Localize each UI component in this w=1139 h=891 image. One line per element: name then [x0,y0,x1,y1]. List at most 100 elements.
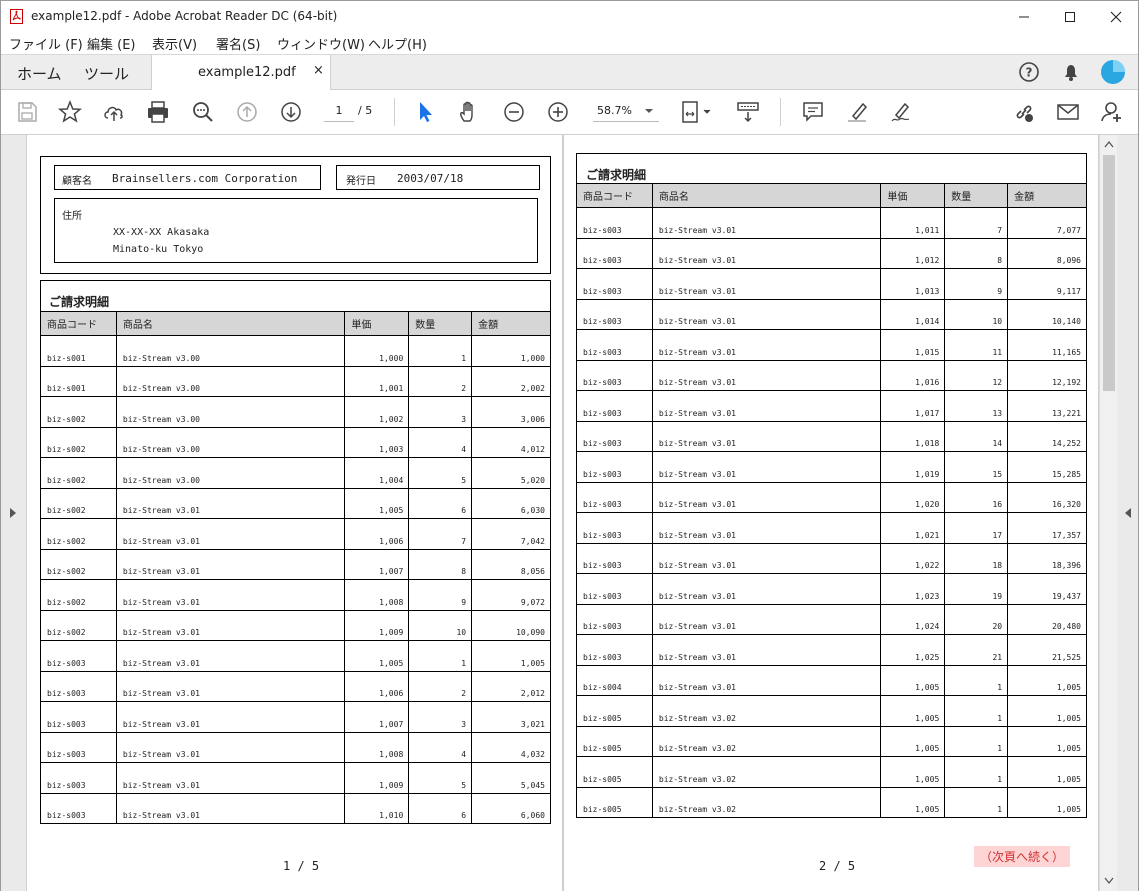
table-row: biz-s003 biz-Stream v3.01 1,011 7 7,077 [576,207,1087,239]
toolbar: 1 / 5 58.7% [1,90,1138,135]
table-row: biz-s002 biz-Stream v3.01 1,005 6 6,030 [40,487,551,519]
document-viewer[interactable]: 顧客名 Brainsellers.com Corporation 発行日 200… [1,135,1138,891]
cell-name: biz-Stream v3.01 [651,542,882,574]
cell-code: biz-s003 [576,420,653,452]
menu-sign[interactable]: 署名(S) [216,34,260,53]
cell-amount: 16,320 [1007,481,1087,513]
cell-name: biz-Stream v3.01 [651,573,882,605]
next-page-icon[interactable] [279,100,303,124]
column-header-amount: 金額 [1007,183,1087,208]
cell-quantity: 2 [408,365,473,397]
email-icon[interactable] [1056,100,1080,124]
cell-unit-price: 1,006 [344,670,410,702]
cell-name: biz-Stream v3.01 [115,731,346,763]
cell-quantity: 14 [944,420,1009,452]
close-window-button[interactable] [1093,1,1139,32]
table-row: biz-s001 biz-Stream v3.00 1,000 1 1,000 [40,335,551,367]
tab-bar: ホーム ツール example12.pdf × ? [1,54,1138,91]
table-row: biz-s003 biz-Stream v3.01 1,019 15 15,285 [576,451,1087,483]
table-row: biz-s002 biz-Stream v3.00 1,004 5 5,020 [40,457,551,489]
cell-quantity: 1 [944,756,1009,788]
cell-unit-price: 1,017 [880,390,946,422]
fit-page-icon[interactable] [680,100,714,124]
menu-edit[interactable]: 編集 (E) [87,34,136,53]
user-avatar-icon[interactable] [1100,59,1126,85]
window-title: example12.pdf - Adobe Acrobat Reader DC … [31,9,338,23]
cell-name: biz-Stream v3.02 [651,695,882,727]
cell-amount: 4,032 [471,731,551,763]
cell-unit-price: 1,013 [880,268,946,300]
select-cursor-icon[interactable] [414,100,438,124]
cell-amount: 2,012 [471,670,551,702]
cell-quantity: 2 [408,670,473,702]
cell-amount: 5,020 [471,457,551,489]
hand-tool-icon[interactable] [457,100,481,124]
cell-amount: 8,056 [471,548,551,580]
cell-code: biz-s003 [576,207,653,239]
vertical-scrollbar[interactable] [1099,135,1117,891]
cell-quantity: 1 [408,640,473,672]
cell-name: biz-Stream v3.01 [651,634,882,666]
scroll-down-icon[interactable] [1104,877,1114,885]
scroll-up-icon[interactable] [1104,140,1114,148]
scroll-mode-icon[interactable] [736,100,760,124]
draw-sign-icon[interactable] [889,100,913,124]
table-row: biz-s002 biz-Stream v3.00 1,003 4 4,012 [40,426,551,458]
tab-home[interactable]: ホーム [17,63,62,84]
page-total: / 5 [358,104,373,117]
table-row: biz-s003 biz-Stream v3.01 1,016 12 12,192 [576,359,1087,391]
help-icon[interactable]: ? [1018,61,1040,83]
previous-page-icon[interactable] [235,100,259,124]
section-title: ご請求明細 [49,295,110,309]
minimize-button[interactable] [1001,1,1047,32]
cell-code: biz-s001 [40,365,117,397]
zoom-level-select[interactable]: 58.7% [593,102,659,122]
print-icon[interactable] [146,100,170,124]
cell-code: biz-s002 [40,457,117,489]
menu-view[interactable]: 表示(V) [152,34,197,53]
save-icon[interactable] [15,100,39,124]
cell-name: biz-Stream v3.01 [115,548,346,580]
search-zoom-icon[interactable] [191,100,215,124]
bookmark-star-icon[interactable] [58,100,82,124]
zoom-in-icon[interactable] [546,100,570,124]
highlighter-icon[interactable] [845,100,869,124]
upload-cloud-icon[interactable] [102,100,126,124]
left-panel-handle[interactable] [1,135,26,891]
cell-name: biz-Stream v3.01 [651,420,882,452]
tab-tools[interactable]: ツール [84,63,129,84]
cell-unit-price: 1,025 [880,634,946,666]
page-number-2: 2 / 5 [819,859,856,873]
right-panel-handle[interactable] [1117,135,1138,891]
cell-code: biz-s003 [576,298,653,330]
close-tab-button[interactable]: × [313,63,324,78]
maximize-button[interactable] [1047,1,1093,32]
chevron-right-icon [10,508,16,518]
acrobat-pdf-icon [10,9,23,24]
tab-document[interactable]: example12.pdf × [151,55,331,91]
cell-name: biz-Stream v3.01 [115,518,346,550]
page-number-input[interactable]: 1 [324,102,354,122]
menu-window[interactable]: ウィンドウ(W) [277,34,365,53]
table-row: biz-s002 biz-Stream v3.00 1,002 3 3,006 [40,396,551,428]
menu-file[interactable]: ファイル (F) [9,34,83,53]
cell-quantity: 3 [408,396,473,428]
cell-unit-price: 1,009 [344,609,410,641]
share-link-icon[interactable] [1012,100,1036,124]
notification-bell-icon[interactable] [1060,61,1082,83]
menu-help[interactable]: ヘルプ(H) [368,34,427,53]
scrollbar-thumb[interactable] [1103,155,1115,391]
cell-amount: 18,396 [1007,542,1087,574]
zoom-out-icon[interactable] [502,100,526,124]
cell-amount: 5,045 [471,762,551,794]
cell-name: biz-Stream v3.02 [651,756,882,788]
cell-name: biz-Stream v3.01 [651,390,882,422]
cell-quantity: 19 [944,573,1009,605]
cell-name: biz-Stream v3.01 [651,207,882,239]
cell-name: biz-Stream v3.01 [115,579,346,611]
customer-value: Brainsellers.com Corporation [112,172,298,185]
comment-icon[interactable] [801,100,825,124]
add-user-icon[interactable] [1100,100,1124,124]
table-row: biz-s002 biz-Stream v3.01 1,008 9 9,072 [40,579,551,611]
cell-amount: 6,060 [471,792,551,824]
